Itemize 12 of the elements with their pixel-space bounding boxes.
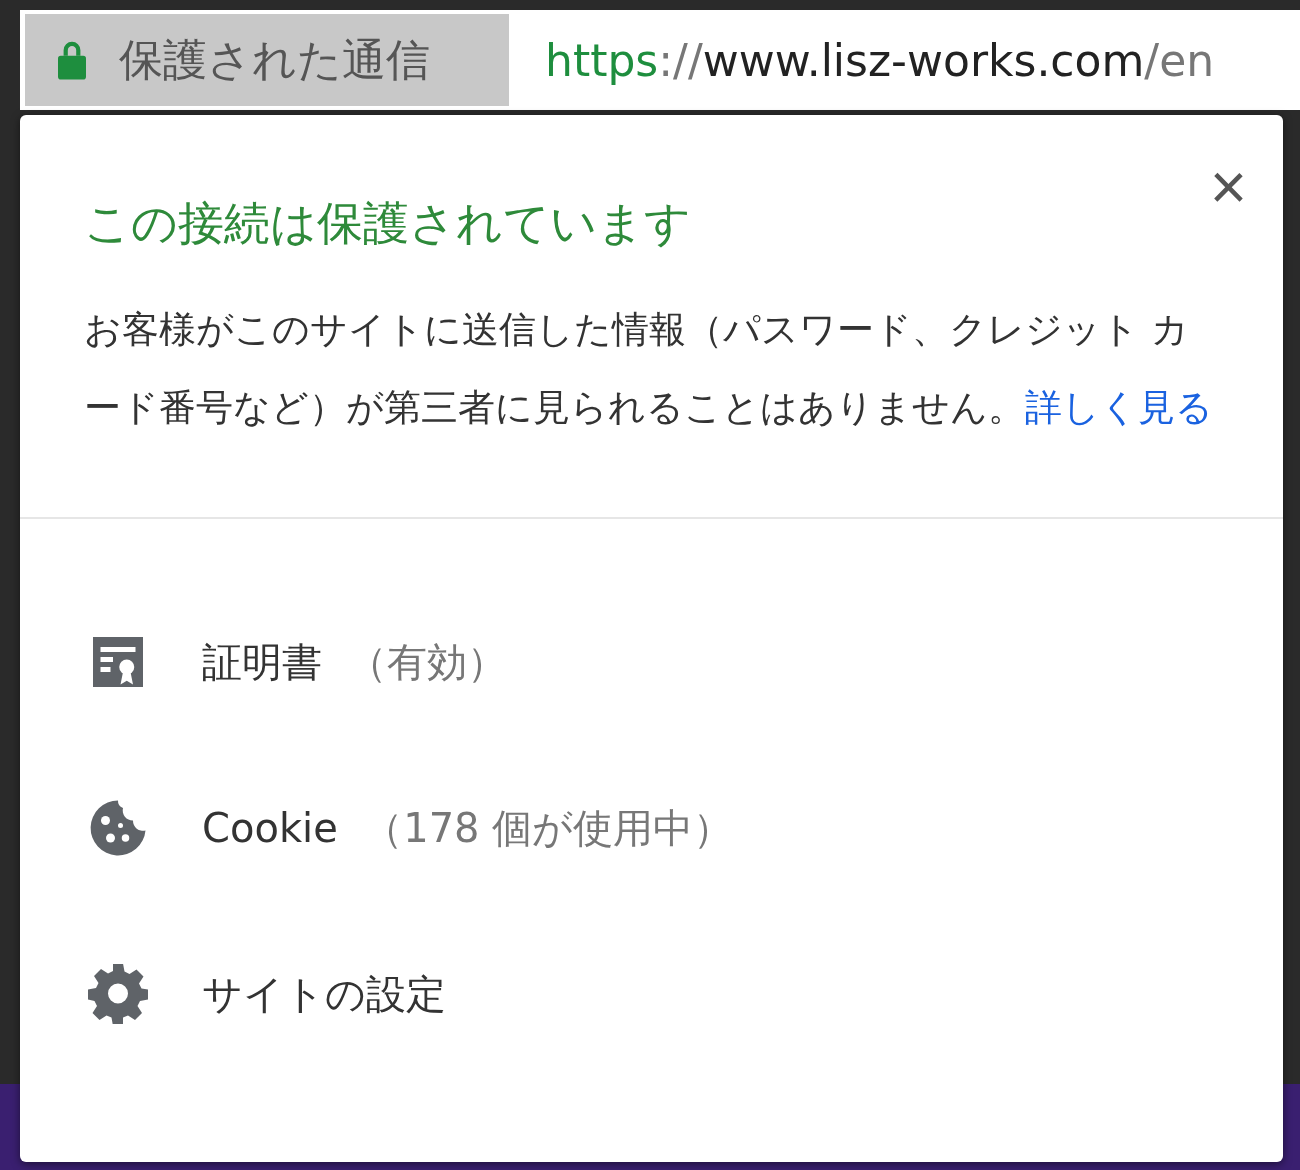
settings-icon xyxy=(88,964,148,1024)
popup-title: この接続は保護されています xyxy=(84,195,691,252)
cookie-icon xyxy=(88,798,148,858)
description-text: お客様がこのサイトに送信した情報（パスワード、クレジット カード番号など）が第三者に見られることはありません。詳しく見る xyxy=(84,307,1213,431)
menu-item[interactable]: 証明書 （有効） xyxy=(202,630,508,694)
address-bar[interactable]: 保護された通信 https://www.lisz-works.com/en xyxy=(20,10,1300,110)
learn-more-link[interactable]: 詳しく見る xyxy=(1025,386,1213,429)
menu-item[interactable]: サイトの設定 xyxy=(202,962,446,1026)
close-button[interactable]: × xyxy=(1209,155,1247,219)
security-chip[interactable]: 保護された通信 xyxy=(25,14,509,106)
menu-item[interactable]: Cookie （178 個が使用中） xyxy=(202,796,734,860)
url-text: https://www.lisz-works.com/en xyxy=(545,34,1215,86)
